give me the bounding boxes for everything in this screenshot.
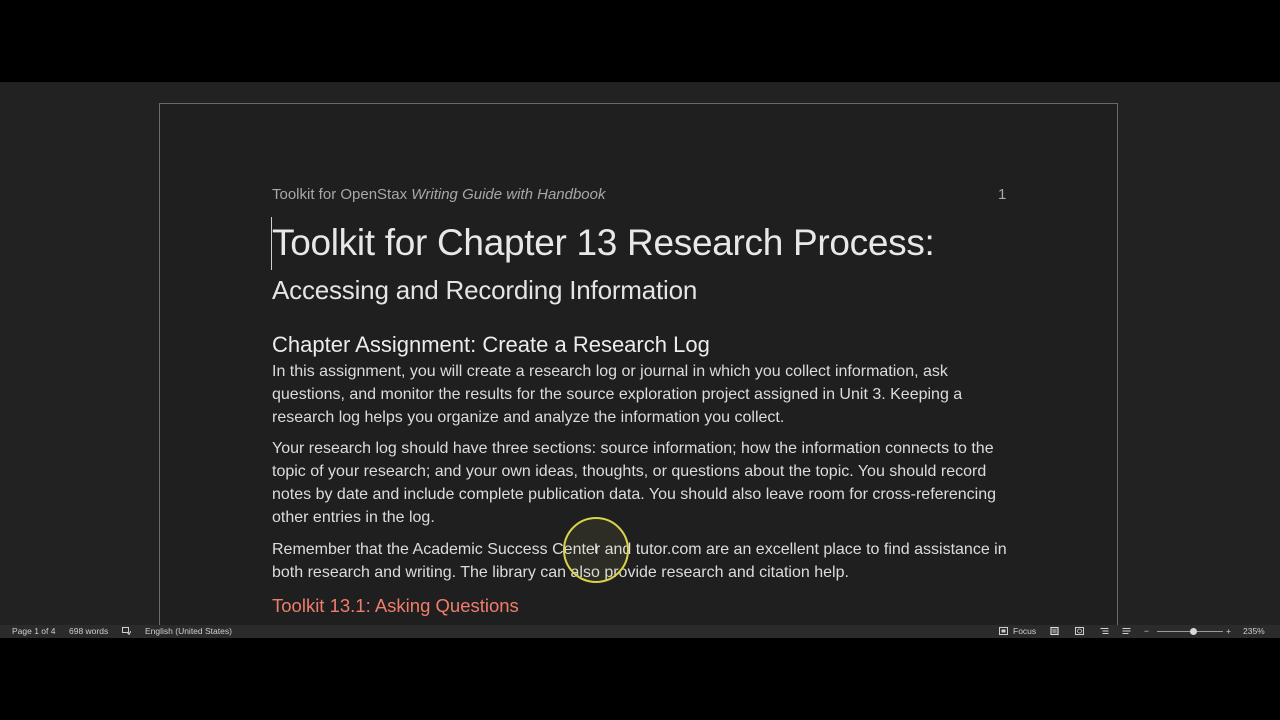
proofing-icon[interactable]: [122, 627, 131, 635]
draft-icon[interactable]: [1122, 627, 1131, 635]
ibeam-cursor-icon: I: [594, 540, 598, 556]
document-subtitle[interactable]: Accessing and Recording Information: [272, 275, 697, 306]
page-number: 1: [998, 186, 1007, 203]
zoom-level[interactable]: 235%: [1243, 625, 1265, 638]
status-bar: Page 1 of 4 698 words English (United St…: [0, 625, 1280, 638]
focus-button[interactable]: Focus: [1013, 625, 1036, 638]
paragraph-1[interactable]: In this assignment, you will create a re…: [272, 360, 1012, 429]
subsection-heading[interactable]: Toolkit 13.1: Asking Questions: [272, 595, 519, 617]
document-page[interactable]: Toolkit for OpenStax Writing Guide with …: [159, 103, 1118, 625]
paragraph-2[interactable]: Your research log should have three sect…: [272, 437, 1012, 529]
print-layout-icon[interactable]: [1050, 627, 1059, 635]
page-count-status[interactable]: Page 1 of 4: [12, 625, 55, 638]
header-book-title: Writing Guide with Handbook: [411, 186, 606, 203]
header-text: Toolkit for OpenStax: [272, 186, 412, 203]
document-canvas[interactable]: Toolkit for OpenStax Writing Guide with …: [0, 82, 1280, 625]
focus-icon[interactable]: [999, 627, 1008, 635]
word-count-status[interactable]: 698 words: [69, 625, 108, 638]
zoom-in-icon[interactable]: +: [1226, 625, 1231, 638]
document-title[interactable]: Toolkit for Chapter 13 Research Process:: [272, 222, 935, 264]
zoom-slider-thumb[interactable]: [1189, 628, 1197, 635]
language-status[interactable]: English (United States): [145, 625, 232, 638]
zoom-out-icon[interactable]: −: [1144, 625, 1149, 638]
section-heading[interactable]: Chapter Assignment: Create a Research Lo…: [272, 332, 710, 358]
page-header: Toolkit for OpenStax Writing Guide with …: [272, 186, 606, 203]
web-layout-icon[interactable]: [1075, 627, 1084, 635]
paragraph-3[interactable]: Remember that the Academic Success Cente…: [272, 538, 1012, 584]
word-app-window: Toolkit for OpenStax Writing Guide with …: [0, 82, 1280, 638]
outline-icon[interactable]: [1100, 627, 1109, 635]
